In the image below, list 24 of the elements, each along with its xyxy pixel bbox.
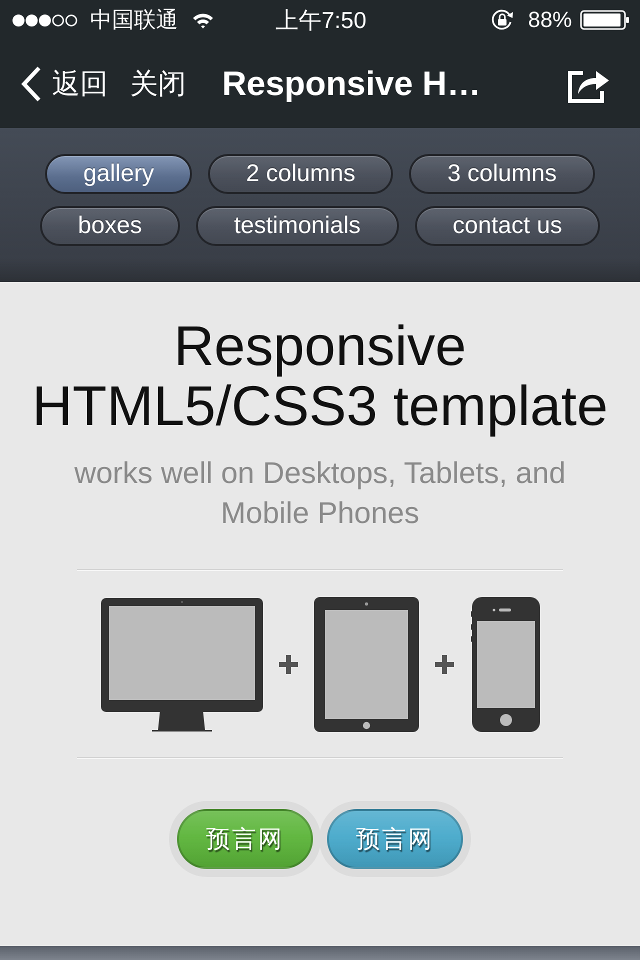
clock-time: 上午7:50 bbox=[276, 6, 366, 34]
smartphone-icon bbox=[470, 597, 540, 732]
back-button[interactable]: 返回 bbox=[20, 65, 108, 103]
menu-tab[interactable]: testimonials bbox=[196, 206, 399, 246]
plus-icon bbox=[434, 655, 454, 674]
rotation-lock-icon bbox=[490, 9, 514, 31]
hero-subtitle: works well on Desktops, Tablets, and Mobile Phones bbox=[73, 456, 567, 532]
menu-tab[interactable]: 3 columns bbox=[409, 154, 595, 194]
hero-title: Responsive HTML5/CSS3 template bbox=[31, 316, 609, 436]
close-button[interactable]: 关闭 bbox=[130, 65, 186, 103]
battery-icon bbox=[580, 10, 630, 30]
wifi-icon bbox=[192, 12, 214, 28]
menu-tab[interactable]: gallery bbox=[45, 154, 192, 194]
carrier-name: 中国联通 bbox=[90, 6, 178, 34]
menu-tab[interactable]: boxes bbox=[40, 206, 180, 246]
chevron-left-icon bbox=[20, 66, 42, 102]
monitor-icon bbox=[100, 598, 262, 732]
menu-tab[interactable]: contact us bbox=[414, 206, 600, 246]
tablet-icon bbox=[314, 597, 418, 732]
signal-icon bbox=[12, 14, 78, 26]
battery-percent: 88% bbox=[528, 7, 572, 33]
menu-tab[interactable]: 2 columns bbox=[208, 154, 394, 194]
page-title: Responsive H… bbox=[222, 64, 481, 104]
plus-icon bbox=[278, 655, 298, 674]
